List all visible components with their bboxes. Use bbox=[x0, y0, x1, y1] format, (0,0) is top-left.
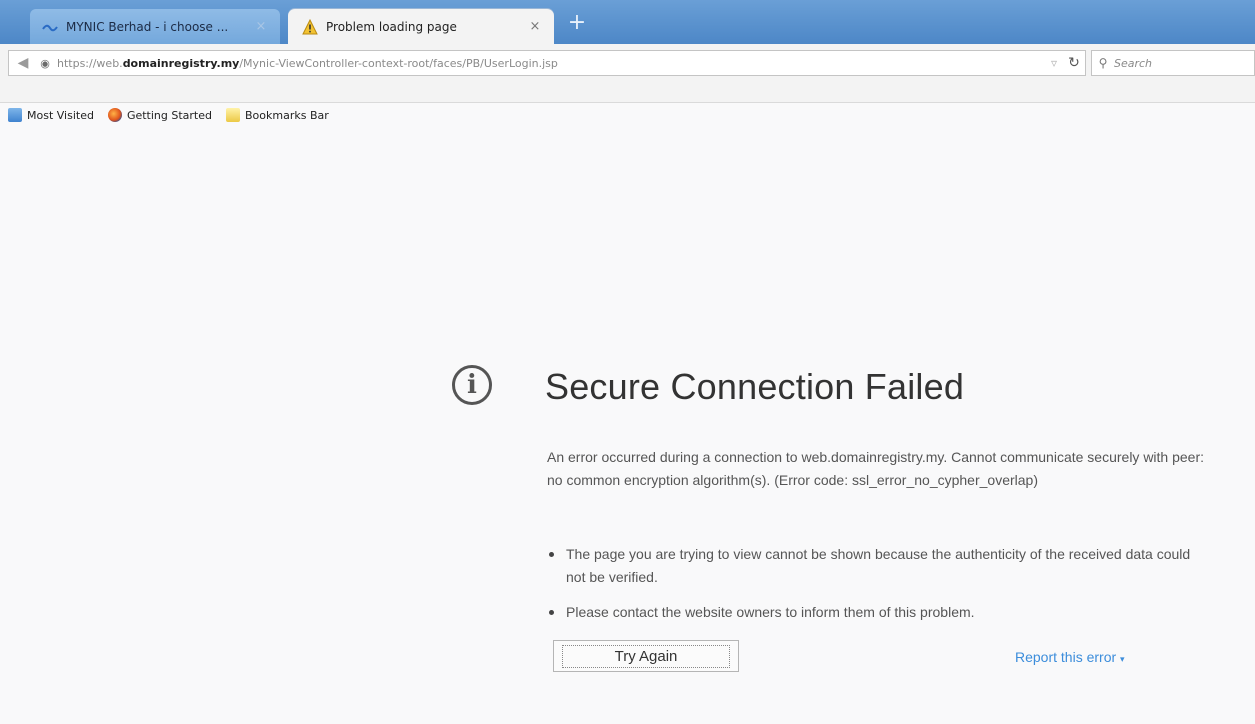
tab-title: MYNIC Berhad - i choose ... bbox=[66, 19, 229, 34]
bookmark-most-visited[interactable]: Most Visited bbox=[8, 108, 94, 122]
error-bullet-list: The page you are trying to view cannot b… bbox=[547, 543, 1207, 636]
close-tab-icon[interactable]: × bbox=[250, 19, 272, 34]
tab-problem-loading[interactable]: Problem loading page × bbox=[288, 9, 554, 44]
dropdown-icon[interactable]: ▿ bbox=[1045, 56, 1063, 70]
list-item: The page you are trying to view cannot b… bbox=[547, 543, 1207, 589]
tab-strip: MYNIC Berhad - i choose ... × Problem lo… bbox=[0, 0, 1255, 44]
report-error-link[interactable]: Report this error ▾ bbox=[1015, 649, 1125, 665]
navigation-bar: ◀ ◉ https://web.domainregistry.my/Mynic-… bbox=[0, 44, 1255, 103]
bullet-icon bbox=[549, 552, 554, 557]
bookmark-label: Getting Started bbox=[126, 108, 212, 122]
tab-mynic[interactable]: MYNIC Berhad - i choose ... × bbox=[30, 9, 280, 44]
try-again-button[interactable]: Try Again bbox=[553, 640, 739, 672]
search-placeholder: Search bbox=[1114, 56, 1153, 70]
list-item: Please contact the website owners to inf… bbox=[547, 601, 1207, 624]
page-title: Secure Connection Failed bbox=[545, 366, 965, 407]
try-again-label: Try Again bbox=[561, 644, 731, 668]
close-tab-icon[interactable]: × bbox=[524, 19, 546, 34]
new-tab-button[interactable]: + bbox=[566, 12, 588, 34]
warning-icon bbox=[302, 18, 318, 35]
bookmark-bookmarks-bar[interactable]: Bookmarks Bar bbox=[226, 108, 329, 122]
globe-icon[interactable]: ◉ bbox=[37, 57, 53, 70]
bookmark-label: Most Visited bbox=[27, 108, 94, 122]
search-icon: ⚲ bbox=[1098, 56, 1108, 70]
search-input[interactable]: ⚲ Search bbox=[1091, 50, 1255, 76]
bookmark-getting-started[interactable]: Getting Started bbox=[107, 108, 212, 122]
firefox-icon bbox=[107, 108, 122, 122]
url-bar[interactable]: ◀ ◉ https://web.domainregistry.my/Mynic-… bbox=[8, 50, 1086, 76]
mynic-icon bbox=[42, 19, 58, 35]
bookmark-label: Bookmarks Bar bbox=[245, 108, 329, 122]
url-text[interactable]: https://web.domainregistry.my/Mynic-View… bbox=[53, 57, 1045, 70]
reload-icon[interactable]: ↻ bbox=[1063, 55, 1085, 71]
back-icon[interactable]: ◀ bbox=[9, 55, 37, 71]
info-icon: i bbox=[452, 365, 492, 405]
tab-title: Problem loading page bbox=[326, 19, 457, 34]
chevron-down-icon: ▾ bbox=[1120, 654, 1125, 664]
bookmarks-toolbar: Most Visited Getting Started Bookmarks B… bbox=[0, 104, 335, 126]
error-description: An error occurred during a connection to… bbox=[547, 449, 1205, 488]
folder-icon bbox=[226, 108, 240, 122]
folder-icon bbox=[8, 108, 22, 122]
bullet-icon bbox=[549, 610, 554, 615]
